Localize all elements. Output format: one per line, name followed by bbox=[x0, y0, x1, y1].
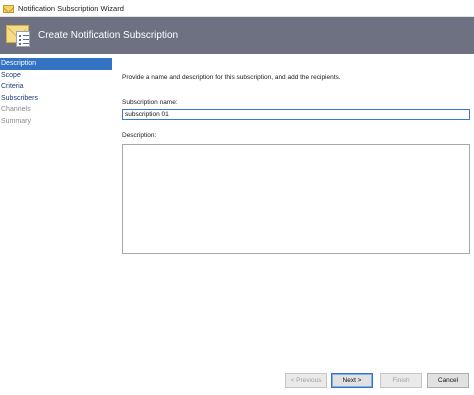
title-bar: Notification Subscription Wizard bbox=[0, 0, 474, 17]
wizard-step-nav: Description Scope Criteria Subscribers C… bbox=[0, 58, 112, 127]
wizard-header-banner: Create Notification Subscription bbox=[0, 17, 474, 54]
subscription-name-label: Subscription name: bbox=[122, 99, 178, 106]
envelope-icon bbox=[3, 4, 14, 13]
instructions-text: Provide a name and description for this … bbox=[122, 74, 341, 81]
nav-step-criteria[interactable]: Criteria bbox=[0, 81, 112, 93]
subscription-name-input[interactable] bbox=[122, 109, 470, 120]
nav-step-scope[interactable]: Scope bbox=[0, 70, 112, 82]
description-textarea[interactable] bbox=[122, 144, 470, 254]
window-title: Notification Subscription Wizard bbox=[18, 3, 124, 13]
finish-button[interactable]: Finish bbox=[380, 373, 422, 388]
nav-step-subscribers[interactable]: Subscribers bbox=[0, 93, 112, 105]
notification-subscription-icon bbox=[6, 19, 31, 48]
nav-step-summary: Summary bbox=[1, 117, 31, 125]
nav-step-channels: Channels bbox=[1, 106, 31, 113]
next-button[interactable]: Next > bbox=[331, 373, 373, 388]
nav-step-description[interactable]: Description bbox=[0, 58, 112, 70]
cancel-button[interactable]: Cancel bbox=[427, 373, 469, 388]
wizard-heading: Create Notification Subscription bbox=[38, 30, 179, 41]
previous-button[interactable]: < Previous bbox=[285, 373, 327, 388]
description-label: Description: bbox=[122, 132, 157, 139]
